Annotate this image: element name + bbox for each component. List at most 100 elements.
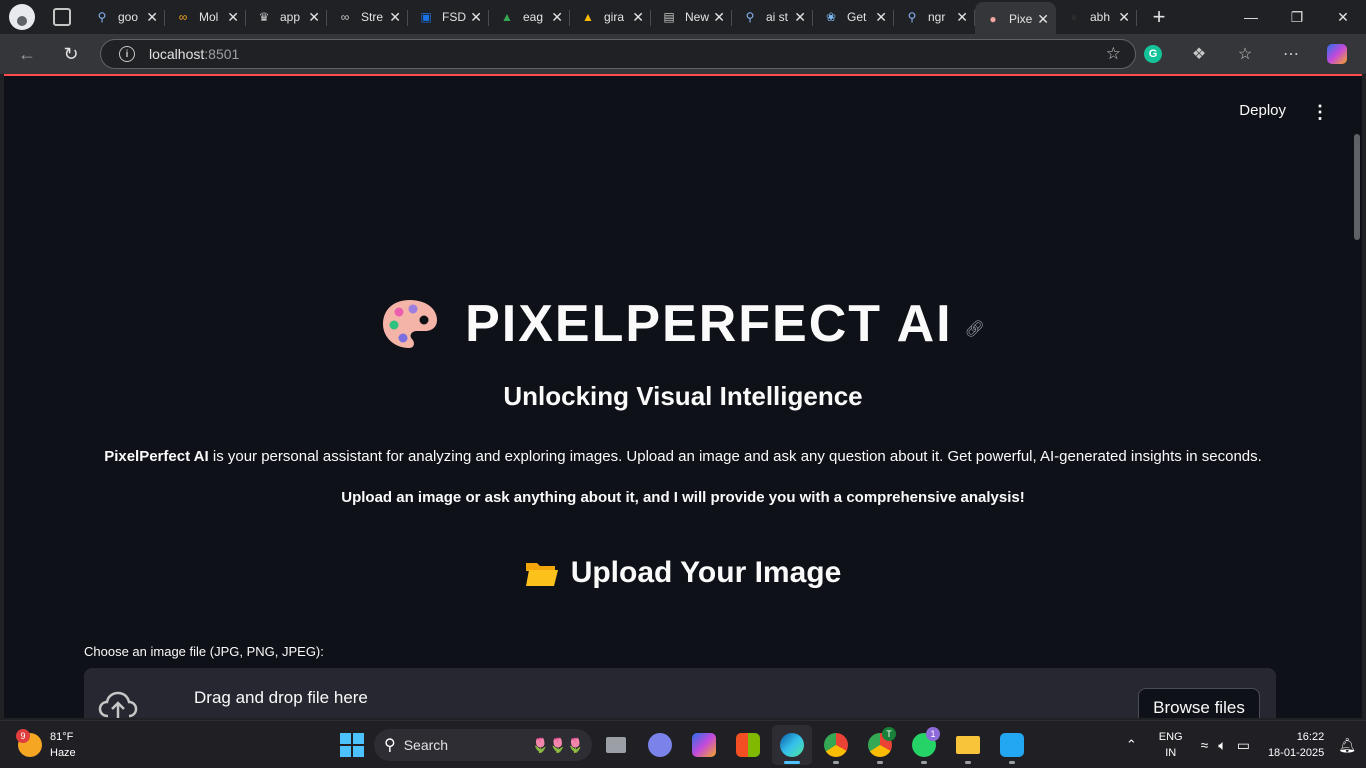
clock-date: 18-01-2025 [1267, 747, 1325, 759]
browser-tab[interactable]: ❀ Get ✕ [813, 2, 894, 32]
tab-close-icon[interactable]: ✕ [226, 9, 240, 26]
artist-palette-icon [383, 300, 438, 348]
new-tab-button[interactable]: + [1145, 3, 1173, 31]
main-menu-icon[interactable]: ⋮ [1311, 102, 1329, 123]
browse-files-button[interactable]: Browse files [1138, 688, 1260, 718]
reload-button[interactable]: ↻ [54, 37, 88, 71]
start-button[interactable] [340, 733, 364, 757]
tab-close-icon[interactable]: ✕ [388, 9, 402, 26]
copilot-app-icon[interactable] [684, 725, 724, 765]
browser-tab[interactable]: ▲ gira ✕ [570, 2, 651, 32]
site-info-icon[interactable]: i [119, 46, 135, 62]
tab-title: Mol [199, 10, 219, 24]
minimize-button[interactable]: — [1228, 0, 1274, 34]
clock[interactable]: 16:22 18-01-2025 [1268, 729, 1324, 761]
tab-list: ⚲ goo ✕ ∞ Mol ✕ ♛ app ✕ ∞ Stre ✕ ▣ FSD ✕ ▲ eag ✕ ▲ gira ✕ ▤ Ne… [84, 0, 1137, 36]
tab-close-icon[interactable]: ✕ [469, 9, 483, 26]
browser-tab[interactable]: ∞ Mol ✕ [165, 2, 246, 32]
windows-taskbar: 9 81°F Haze ⚲ Search 🌷🌷🌷 T 1 ⌃ ENG IN ≈ … [0, 720, 1366, 768]
browser-tab[interactable]: ▲ eag ✕ [489, 2, 570, 32]
browser-tab[interactable]: ⚲ goo ✕ [84, 2, 165, 32]
tab-title: New [685, 10, 710, 24]
tab-close-icon[interactable]: ✕ [1036, 11, 1050, 28]
weather-text: 81°F Haze [50, 729, 76, 761]
tab-close-icon[interactable]: ✕ [145, 9, 159, 26]
copilot-icon[interactable] [1327, 44, 1347, 64]
url-host: localhost [149, 46, 205, 62]
browser-tab[interactable]: ⚲ ai st ✕ [732, 2, 813, 32]
crown-icon: ♛ [258, 10, 270, 24]
language-code: ENG [1158, 731, 1183, 743]
hero-title-row: PIXELPERFECT AI 🔗︎ [4, 294, 1362, 354]
close-window-button[interactable]: ✕ [1320, 0, 1366, 34]
weather-widget[interactable]: 9 81°F Haze [16, 729, 76, 761]
app-description: PixelPerfect AI is your personal assista… [4, 448, 1362, 465]
chrome-profile-app-icon[interactable]: T [860, 725, 900, 765]
tab-close-icon[interactable]: ✕ [550, 9, 564, 26]
file-uploader-label: Choose an image file (JPG, PNG, JPEG): [84, 644, 324, 659]
weather-badge: 9 [16, 729, 30, 743]
settings-more-icon[interactable]: ⋯ [1268, 37, 1314, 71]
whatsapp-app-icon[interactable]: 1 [904, 725, 944, 765]
file-dropzone[interactable]: Drag and drop file here Browse files [84, 668, 1276, 718]
page-subtitle: Unlocking Visual Intelligence [503, 381, 863, 411]
restore-button[interactable]: ❐ [1274, 0, 1320, 34]
description-brand: PixelPerfect AI [104, 448, 209, 465]
drive-icon: ▲ [582, 10, 594, 24]
file-explorer-app-icon[interactable] [948, 725, 988, 765]
deploy-button[interactable]: Deploy [1239, 102, 1286, 119]
browser-tab[interactable]: ▣ FSD ✕ [408, 2, 489, 32]
tab-close-icon[interactable]: ✕ [1117, 9, 1131, 26]
open-folder-icon [525, 563, 558, 586]
workspaces-icon[interactable] [53, 8, 71, 26]
whatsapp-badge: 1 [926, 727, 940, 741]
browser-tab[interactable]: ▤ New ✕ [651, 2, 732, 32]
system-tray: ⌃ ENG IN ≈ 🔈︎ ▭ 16:22 18-01-2025 🔔︎ [1126, 721, 1356, 768]
chat-app-icon[interactable] [640, 725, 680, 765]
tab-close-icon[interactable]: ✕ [955, 9, 969, 26]
edge-app-icon[interactable] [772, 725, 812, 765]
favorites-icon[interactable]: ☆ [1222, 37, 1268, 71]
weather-sun-icon: 9 [16, 729, 42, 757]
task-view-button[interactable] [596, 725, 636, 765]
page-scrollbar[interactable] [1354, 134, 1360, 240]
profile-avatar-icon[interactable] [9, 4, 35, 30]
browser-tab[interactable]: ⚲ ngr ✕ [894, 2, 975, 32]
bookmark-star-icon[interactable]: ☆ [1106, 44, 1121, 64]
tab-title: ai st [766, 10, 789, 24]
wifi-icon[interactable]: ≈ [1201, 737, 1209, 753]
address-bar[interactable]: i localhost:8501 ☆ [100, 39, 1136, 69]
url-text[interactable]: localhost:8501 [149, 46, 239, 62]
browser-tab[interactable]: ∞ Stre ✕ [327, 2, 408, 32]
tab-close-icon[interactable]: ✕ [631, 9, 645, 26]
tab-close-icon[interactable]: ✕ [793, 9, 807, 26]
tab-title: FSD [442, 10, 466, 24]
vscode-app-icon[interactable] [992, 725, 1032, 765]
notification-bell-icon[interactable]: 🔔︎ [1338, 737, 1356, 754]
person-icon: ▣ [420, 10, 432, 24]
browser-tab[interactable]: ● abh ✕ [1056, 2, 1137, 32]
back-button[interactable]: ← [10, 37, 44, 71]
browser-tab[interactable]: ♛ app ✕ [246, 2, 327, 32]
chrome-app-icon[interactable] [816, 725, 856, 765]
drag-drop-text: Drag and drop file here [194, 688, 368, 707]
tab-close-icon[interactable]: ✕ [307, 9, 321, 26]
language-indicator[interactable]: ENG IN [1159, 729, 1183, 761]
taskbar-search[interactable]: ⚲ Search 🌷🌷🌷 [374, 729, 592, 761]
search-icon: ⚲ [384, 737, 396, 754]
drive-icon: ▲ [501, 10, 513, 24]
volume-icon[interactable]: 🔈︎ [1218, 737, 1226, 754]
palette-icon: ● [989, 12, 997, 26]
anchor-link-icon[interactable]: 🔗︎ [965, 319, 985, 339]
url-port: :8501 [204, 46, 240, 62]
battery-icon[interactable]: ▭ [1237, 737, 1250, 754]
show-hidden-icons-chevron-icon[interactable]: ⌃ [1126, 737, 1137, 753]
search-icon: ⚲ [97, 10, 107, 24]
browser-tab[interactable]: ● Pixe ✕ [975, 2, 1056, 36]
extensions-puzzle-icon[interactable]: ❖ [1176, 37, 1222, 71]
app-viewport: Deploy ⋮ PIXELPERFECT AI 🔗︎ Unlocking Vi… [4, 74, 1362, 718]
grammarly-extension-icon[interactable]: G [1144, 45, 1162, 63]
tab-close-icon[interactable]: ✕ [874, 9, 888, 26]
tab-close-icon[interactable]: ✕ [712, 9, 726, 26]
store-app-icon[interactable] [728, 725, 768, 765]
